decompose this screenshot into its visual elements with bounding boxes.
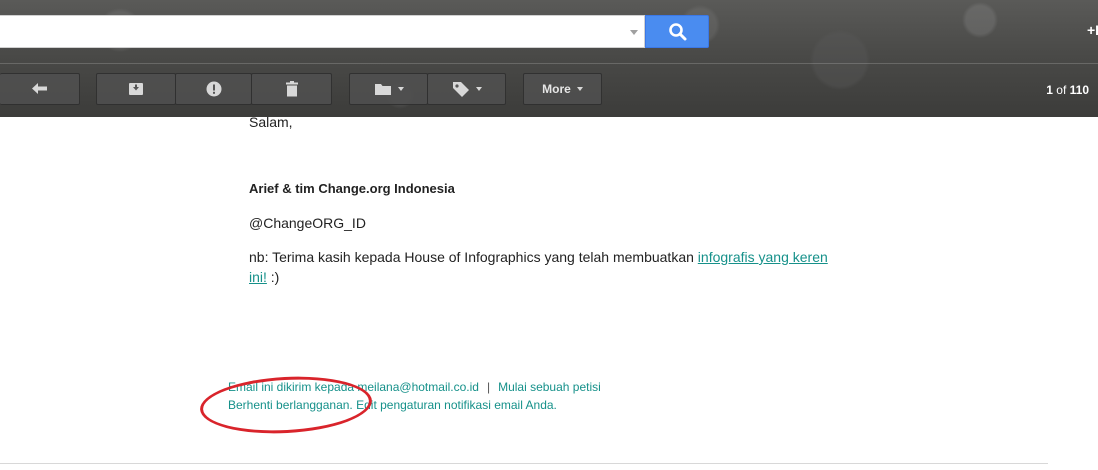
folder-icon (374, 84, 391, 95)
email-greeting: Salam, (249, 114, 293, 130)
gmail-header: +I More 1 of 110 (0, 0, 1098, 117)
email-note-text: nb: Terima kasih kepada House of Infogra… (249, 249, 698, 265)
more-button[interactable]: More (523, 73, 602, 105)
more-button-label: More (542, 82, 571, 96)
email-note-tail: :) (266, 269, 280, 285)
move-to-button[interactable] (349, 73, 428, 105)
footer-separator: | (486, 380, 491, 394)
start-petition-link[interactable]: Mulai sebuah petisi (498, 380, 601, 394)
delete-icon (285, 81, 298, 97)
header-divider (0, 63, 1098, 64)
email-note-line2: ini! :) (249, 269, 279, 285)
plus-profile-link[interactable]: +I (1087, 22, 1098, 38)
infographic-link[interactable]: infografis yang keren (698, 249, 828, 265)
edit-notification-settings-link[interactable]: Edit pengaturan notifikasi email Anda. (353, 398, 557, 412)
email-signature: Arief & tim Change.org Indonesia (249, 181, 455, 196)
pager-of: of (1056, 83, 1067, 97)
search-button[interactable] (645, 15, 709, 48)
pager-total: 110 (1069, 83, 1089, 97)
archive-icon (129, 83, 143, 95)
pager-count: 1 of 110 (1046, 83, 1089, 97)
email-note-line1: nb: Terima kasih kepada House of Infogra… (249, 249, 828, 265)
email-handle: @ChangeORG_ID (249, 215, 366, 231)
pager-current: 1 (1046, 83, 1053, 97)
annotation-circle (198, 372, 374, 438)
label-icon (452, 82, 469, 97)
reply-button[interactable] (0, 73, 80, 105)
search-icon (669, 23, 687, 41)
archive-button[interactable] (96, 73, 176, 105)
reply-icon (31, 83, 47, 94)
message-bottom-divider (0, 463, 1048, 464)
search-input[interactable] (0, 15, 645, 48)
report-spam-icon (206, 81, 221, 97)
search-options-chevron-icon[interactable] (630, 30, 638, 35)
infographic-link-continued[interactable]: ini! (249, 269, 267, 285)
more-chevron-down-icon (576, 87, 583, 91)
labels-button[interactable] (427, 73, 506, 105)
move-to-chevron-down-icon (397, 87, 404, 91)
labels-chevron-down-icon (475, 87, 482, 91)
delete-button[interactable] (251, 73, 332, 105)
report-spam-button[interactable] (175, 73, 252, 105)
